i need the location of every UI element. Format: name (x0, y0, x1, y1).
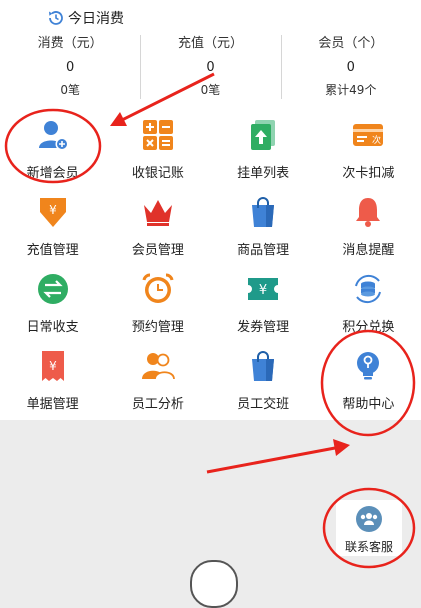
card-deduct-icon: 次 (351, 118, 385, 152)
grid-item-coupon[interactable]: ¥ 发券管理 (211, 266, 316, 343)
stat-label: 消费（元） (37, 36, 103, 51)
grid-item-staff-shift[interactable]: 员工交班 (211, 343, 316, 420)
crown-icon (141, 195, 175, 229)
stat-sub: 累计49个 (325, 83, 377, 97)
grid-item-appointment[interactable]: 预约管理 (105, 266, 210, 343)
grid-item-label: 次卡扣减 (342, 166, 395, 181)
lightbulb-icon (351, 349, 385, 383)
grid-item-label: 员工交班 (237, 397, 290, 412)
stat-value: 0 (346, 60, 355, 75)
home-button[interactable] (190, 560, 238, 608)
grid-item-receipts[interactable]: ¥ 单据管理 (0, 343, 105, 420)
grid-item-card-deduct[interactable]: 次 次卡扣减 (316, 112, 421, 189)
grid-item-label: 收银记账 (131, 166, 184, 181)
grid-item-message[interactable]: 消息提醒 (316, 189, 421, 266)
svg-text:¥: ¥ (259, 283, 267, 298)
grid-item-goods[interactable]: 商品管理 (211, 189, 316, 266)
grid-item-help-center[interactable]: 帮助中心 (316, 343, 421, 420)
svg-text:次: 次 (372, 134, 381, 146)
svg-text:¥: ¥ (49, 203, 57, 217)
stat-label: 会员（个） (318, 36, 384, 51)
feature-grid: 新增会员 收银记账 挂单列表 次 次卡扣减 ¥ 充值管理 会员管理 商品管理 消… (0, 112, 421, 420)
stats-row: 消费（元） 0 0笔 充值（元） 0 0笔 会员（个） 0 累计49个 (0, 33, 421, 103)
stat-value: 0 (66, 60, 75, 75)
grid-item-label: 员工分析 (131, 397, 184, 412)
svg-text:¥: ¥ (49, 359, 57, 373)
grid-item-label: 预约管理 (131, 320, 184, 335)
stat-value: 0 (206, 60, 215, 75)
add-member-icon (36, 118, 70, 152)
arrow-to-contact (206, 446, 336, 474)
customer-service-icon (356, 506, 382, 532)
grid-item-staff-analysis[interactable]: 员工分析 (105, 343, 210, 420)
page-title: 今日消费 (68, 11, 124, 27)
recharge-icon: ¥ (36, 195, 70, 229)
contact-service-label: 联系客服 (344, 540, 393, 554)
grid-item-label: 充值管理 (26, 243, 79, 258)
history-icon (49, 11, 63, 25)
grid-item-label: 会员管理 (131, 243, 184, 258)
grid-item-label: 帮助中心 (342, 397, 395, 412)
stat-sub: 0笔 (60, 83, 80, 97)
stat-label: 充值（元） (177, 36, 243, 51)
grid-item-cashier[interactable]: 收银记账 (105, 112, 210, 189)
alarm-clock-icon (141, 272, 175, 306)
bell-icon (351, 195, 385, 229)
grid-item-recharge[interactable]: ¥ 充值管理 (0, 189, 105, 266)
receipt-icon: ¥ (36, 349, 70, 383)
grid-item-points[interactable]: 积分兑换 (316, 266, 421, 343)
stat-sub: 0笔 (200, 83, 221, 97)
grid-item-label: 发券管理 (237, 320, 290, 335)
grid-item-daily-finance[interactable]: 日常收支 (0, 266, 105, 343)
shift-bag-icon (246, 349, 280, 383)
grid-item-pending-list[interactable]: 挂单列表 (211, 112, 316, 189)
shopping-bag-icon (246, 195, 280, 229)
coupon-icon: ¥ (246, 272, 280, 306)
grid-item-label: 日常收支 (26, 320, 79, 335)
stat-members: 会员（个） 0 累计49个 (280, 33, 421, 103)
exchange-icon (36, 272, 70, 306)
grid-item-add-member[interactable]: 新增会员 (0, 112, 105, 189)
pending-list-icon (246, 118, 280, 152)
grid-item-label: 消息提醒 (342, 243, 395, 258)
grid-item-label: 单据管理 (26, 397, 79, 412)
grid-item-label: 挂单列表 (237, 166, 290, 181)
grid-item-member-manage[interactable]: 会员管理 (105, 189, 210, 266)
grid-item-label: 新增会员 (26, 166, 79, 181)
stat-recharge: 充值（元） 0 0笔 (140, 33, 280, 103)
grid-item-label: 积分兑换 (342, 320, 395, 335)
today-summary-title: 今日消费 (46, 6, 124, 30)
contact-service-button[interactable]: 联系客服 (336, 500, 402, 556)
summary-panel: 今日消费 消费（元） 0 0笔 充值（元） 0 0笔 会员（个） 0 累计49个 (0, 0, 421, 420)
staff-icon (141, 349, 175, 383)
grid-item-label: 商品管理 (237, 243, 290, 258)
calculator-icon (141, 118, 175, 152)
points-exchange-icon (351, 272, 385, 306)
stat-consumption: 消费（元） 0 0笔 (0, 33, 140, 103)
